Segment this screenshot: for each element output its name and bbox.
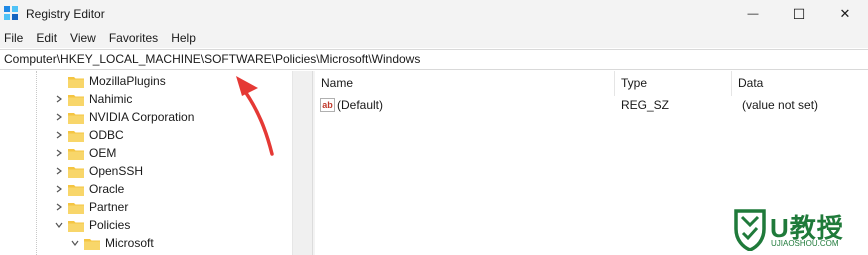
- minimize-button[interactable]: —: [730, 0, 776, 28]
- tree-item-label: Policies: [89, 218, 131, 232]
- tree-item-microsoft[interactable]: Microsoft: [68, 234, 154, 252]
- chevron-right-icon[interactable]: [52, 128, 66, 142]
- registry-editor-icon: [4, 6, 18, 20]
- tree-item-nahimic[interactable]: Nahimic: [52, 90, 132, 108]
- close-icon: ✕: [839, 6, 851, 21]
- table-row[interactable]: ab (Default) REG_SZ (value not set): [315, 96, 868, 114]
- tree-item-partner[interactable]: Partner: [52, 198, 128, 216]
- tree-item-odbc[interactable]: ODBC: [52, 126, 124, 144]
- tree-item-oracle[interactable]: Oracle: [52, 180, 124, 198]
- chevron-right-icon[interactable]: [52, 110, 66, 124]
- menu-help[interactable]: Help: [171, 31, 196, 45]
- menu-favorites[interactable]: Favorites: [109, 31, 158, 45]
- folder-icon: [68, 184, 84, 196]
- column-header-data[interactable]: Data: [732, 71, 868, 96]
- chevron-down-icon[interactable]: [52, 218, 66, 232]
- tree-item-label: Oracle: [89, 182, 125, 196]
- shield-logo-icon: [734, 209, 766, 251]
- folder-icon: [68, 94, 84, 106]
- folder-icon: [68, 148, 84, 160]
- chevron-right-icon[interactable]: [52, 200, 66, 214]
- column-data-label: Data: [738, 76, 764, 90]
- chevron-right-icon[interactable]: [52, 164, 66, 178]
- tree-scrollbar[interactable]: [292, 71, 312, 255]
- close-button[interactable]: ✕: [822, 0, 868, 28]
- address-bar[interactable]: Computer\HKEY_LOCAL_MACHINE\SOFTWARE\Pol…: [0, 49, 868, 70]
- tree-item-label: Microsoft: [105, 236, 154, 250]
- string-value-icon: ab: [320, 98, 335, 112]
- tree-guide-line: [36, 71, 37, 255]
- folder-icon: [68, 166, 84, 178]
- menu-bar: File Edit View Favorites Help: [0, 28, 868, 48]
- tree-item-label: ODBC: [89, 128, 124, 142]
- annotation-arrow-icon: [236, 76, 274, 156]
- watermark: U教授 UJIAOSHOU.COM: [733, 204, 868, 255]
- watermark-subtext: UJIAOSHOU.COM: [771, 239, 839, 248]
- value-data: (value not set): [742, 98, 819, 112]
- tree-item-label: Nahimic: [89, 92, 133, 106]
- folder-open-icon: [68, 220, 84, 232]
- column-header-type[interactable]: Type: [615, 71, 732, 96]
- chevron-right-icon[interactable]: [52, 146, 66, 160]
- value-type: REG_SZ: [621, 98, 670, 112]
- tree-item-nvidia-corporation[interactable]: NVIDIA Corporation: [52, 108, 194, 126]
- tree-item-mozillaplugins[interactable]: MozillaPlugins: [52, 72, 166, 90]
- tree-item-label: OpenSSH: [89, 164, 144, 178]
- tree-item-policies[interactable]: Policies: [52, 216, 130, 234]
- folder-icon: [68, 202, 84, 214]
- column-header-name[interactable]: Name: [315, 71, 615, 96]
- window-title: Registry Editor: [26, 7, 105, 21]
- menu-view[interactable]: View: [70, 31, 96, 45]
- column-name-label: Name: [321, 76, 354, 90]
- folder-icon: [68, 130, 84, 142]
- title-bar[interactable]: Registry Editor — ☐ ✕: [0, 0, 868, 28]
- column-type-label: Type: [621, 76, 648, 90]
- folder-icon: [68, 112, 84, 124]
- folder-open-icon: [84, 238, 100, 250]
- menu-file[interactable]: File: [4, 31, 23, 45]
- tree-item-oem[interactable]: OEM: [52, 144, 116, 162]
- minimize-icon: —: [747, 8, 759, 20]
- address-path: Computer\HKEY_LOCAL_MACHINE\SOFTWARE\Pol…: [4, 52, 421, 66]
- tree-item-label: OEM: [89, 146, 117, 160]
- tree-item-label: MozillaPlugins: [89, 74, 166, 88]
- chevron-right-icon[interactable]: [52, 182, 66, 196]
- folder-icon: [68, 76, 84, 88]
- tree-item-openssh[interactable]: OpenSSH: [52, 162, 143, 180]
- tree-item-label: Partner: [89, 200, 129, 214]
- maximize-icon: ☐: [792, 5, 806, 22]
- menu-edit[interactable]: Edit: [36, 31, 57, 45]
- value-name: (Default): [337, 98, 384, 112]
- chevron-down-icon[interactable]: [68, 236, 82, 250]
- tree-item-label: NVIDIA Corporation: [89, 110, 195, 124]
- maximize-button[interactable]: ☐: [776, 0, 822, 28]
- chevron-right-icon[interactable]: [52, 92, 66, 106]
